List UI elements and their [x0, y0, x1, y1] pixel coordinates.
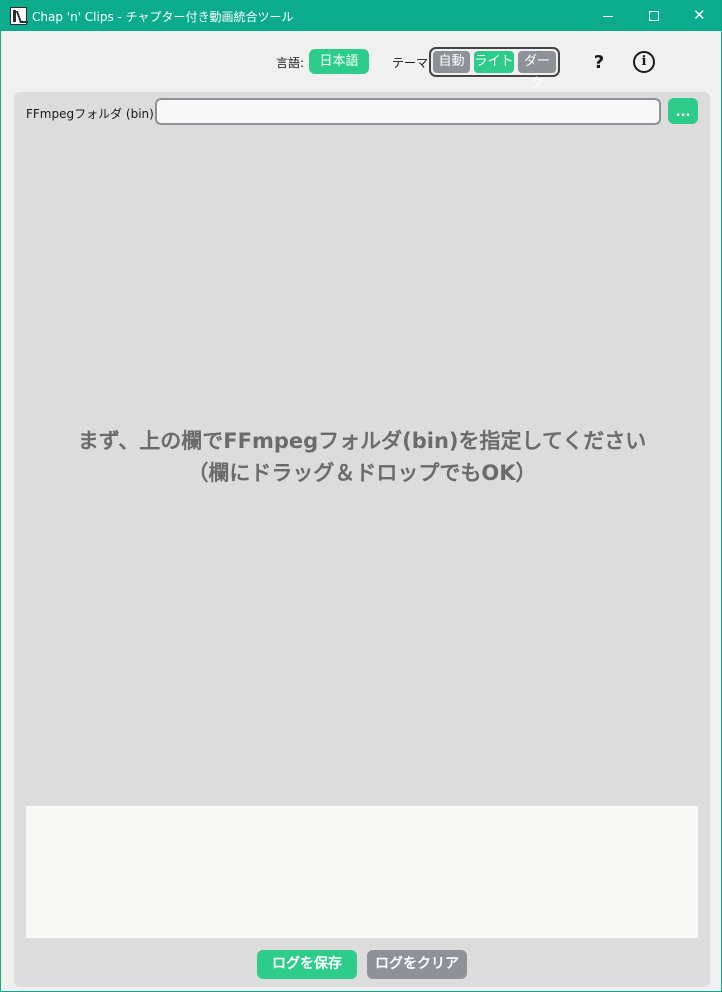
close-button[interactable]: ✕ [677, 1, 722, 31]
theme-option-dark[interactable]: ダーク [518, 51, 556, 91]
theme-label: テーマ: [392, 56, 433, 70]
window-title: Chap 'n' Clips - チャプター付き動画統合ツール [32, 10, 294, 24]
theme-segmented-control: 自動 ライト ダーク [429, 47, 560, 91]
browse-button[interactable]: ... [668, 98, 698, 124]
theme-option-light[interactable]: ライト [474, 51, 514, 73]
theme-option-auto[interactable]: 自動 [433, 51, 470, 73]
save-log-button[interactable]: ログを保存 [257, 950, 357, 979]
app-logo-icon [10, 7, 27, 25]
ffmpeg-folder-input[interactable] [155, 98, 661, 125]
log-text-area[interactable] [26, 806, 698, 938]
minimize-icon [603, 16, 613, 17]
hint-line-1: まず、上の欄でFFmpegフォルダ(bin)を指定してください [77, 429, 647, 453]
main-panel: FFmpegフォルダ (bin): ... まず、上の欄でFFmpegフォルダ(… [14, 92, 710, 987]
info-button[interactable]: i [633, 51, 655, 73]
close-icon: ✕ [693, 6, 706, 24]
clear-log-button[interactable]: ログをクリア [367, 950, 467, 979]
drop-hint[interactable]: まず、上の欄でFFmpegフォルダ(bin)を指定してください （欄にドラッグ＆… [14, 425, 710, 489]
app-window: Chap 'n' Clips - チャプター付き動画統合ツール ✕ 言語: 日本… [0, 0, 722, 992]
language-button[interactable]: 日本語 [309, 49, 369, 74]
help-button[interactable]: ? [589, 51, 609, 75]
language-label: 言語: [276, 56, 305, 70]
hint-line-2: （欄にドラッグ＆ドロップでもOK） [187, 461, 537, 485]
maximize-icon [649, 11, 659, 21]
title-bar[interactable]: Chap 'n' Clips - チャプター付き動画統合ツール ✕ [1, 1, 721, 31]
ffmpeg-folder-label: FFmpegフォルダ (bin): [26, 107, 158, 121]
minimize-button[interactable] [585, 1, 631, 31]
maximize-button[interactable] [631, 1, 677, 31]
